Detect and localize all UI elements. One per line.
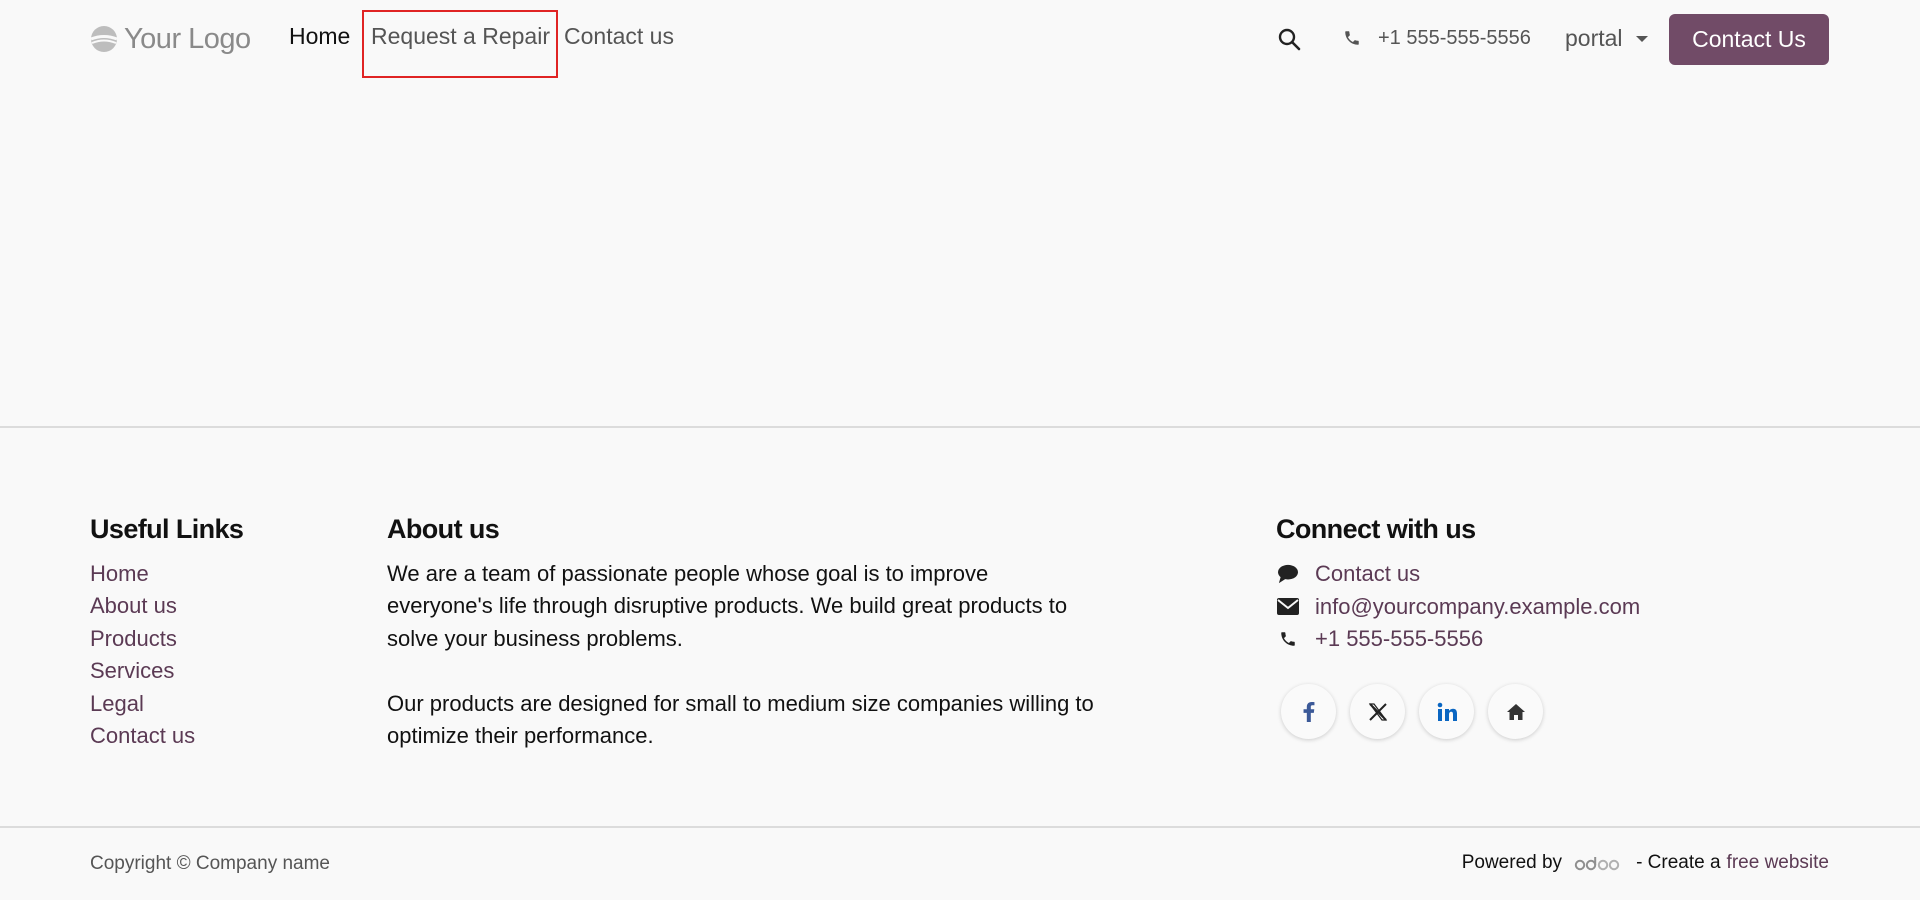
footer-divider: [0, 426, 1920, 428]
footer-link-services[interactable]: Services: [90, 655, 195, 687]
about-paragraph-1: We are a team of passionate people whose…: [387, 561, 1068, 651]
useful-links-list: Home About us Products Services Legal Co…: [90, 558, 195, 752]
footer-link-products[interactable]: Products: [90, 623, 195, 655]
about-paragraph-2: Our products are designed for small to m…: [387, 690, 1094, 749]
chevron-down-icon[interactable]: [1636, 36, 1648, 42]
social-links: [1281, 684, 1543, 739]
bottom-divider: [0, 826, 1920, 828]
connect-phone-row: +1 555-555-5556: [1276, 623, 1640, 655]
connect-email-link[interactable]: info@yourcompany.example.com: [1315, 594, 1640, 620]
about-title: About us: [387, 514, 500, 544]
contact-us-button[interactable]: Contact Us: [1669, 14, 1829, 65]
x-twitter-icon[interactable]: [1350, 684, 1405, 739]
powered-by-label: Powered by: [1461, 852, 1563, 873]
footer-link-legal[interactable]: Legal: [90, 688, 195, 720]
odoo-logo-icon[interactable]: [1574, 853, 1624, 873]
create-text: - Create a: [1636, 852, 1721, 873]
nav-home[interactable]: Home: [289, 23, 350, 50]
copyright-text: Copyright © Company name: [90, 853, 330, 874]
useful-links-title: Useful Links: [90, 514, 244, 544]
connect-list: Contact us info@yourcompany.example.com …: [1276, 558, 1640, 655]
user-menu[interactable]: portal: [1565, 25, 1623, 52]
logo-mark-icon: [90, 26, 118, 52]
about-text: We are a team of passionate people whose…: [387, 558, 1097, 752]
facebook-icon[interactable]: [1281, 684, 1336, 739]
footer-link-home[interactable]: Home: [90, 558, 195, 590]
connect-contact-link[interactable]: Contact us: [1315, 561, 1420, 587]
connect-phone-link[interactable]: +1 555-555-5556: [1315, 626, 1483, 652]
phone-icon: [1276, 627, 1300, 651]
site-logo[interactable]: Your Logo: [90, 20, 251, 58]
envelope-icon: [1276, 595, 1300, 619]
home-icon[interactable]: [1488, 684, 1543, 739]
linkedin-icon[interactable]: [1419, 684, 1474, 739]
connect-title: Connect with us: [1276, 514, 1476, 544]
phone-icon: [1345, 31, 1359, 45]
powered-by: Powered by - Create a free website: [1462, 852, 1829, 874]
highlight-box: [362, 10, 558, 78]
connect-email-row: info@yourcompany.example.com: [1276, 590, 1640, 622]
comment-icon: [1276, 562, 1300, 586]
nav-contact[interactable]: Contact us: [564, 23, 674, 50]
free-website-link[interactable]: free website: [1727, 852, 1829, 874]
connect-contact-row: Contact us: [1276, 558, 1640, 590]
footer-link-contact[interactable]: Contact us: [90, 720, 195, 752]
site-header: Your Logo Home Request a Repair Contact …: [0, 0, 1920, 78]
search-icon[interactable]: [1277, 27, 1301, 51]
header-phone[interactable]: +1 555-555-5556: [1378, 27, 1531, 50]
footer-link-about[interactable]: About us: [90, 590, 195, 622]
logo-text: Your Logo: [124, 22, 251, 55]
